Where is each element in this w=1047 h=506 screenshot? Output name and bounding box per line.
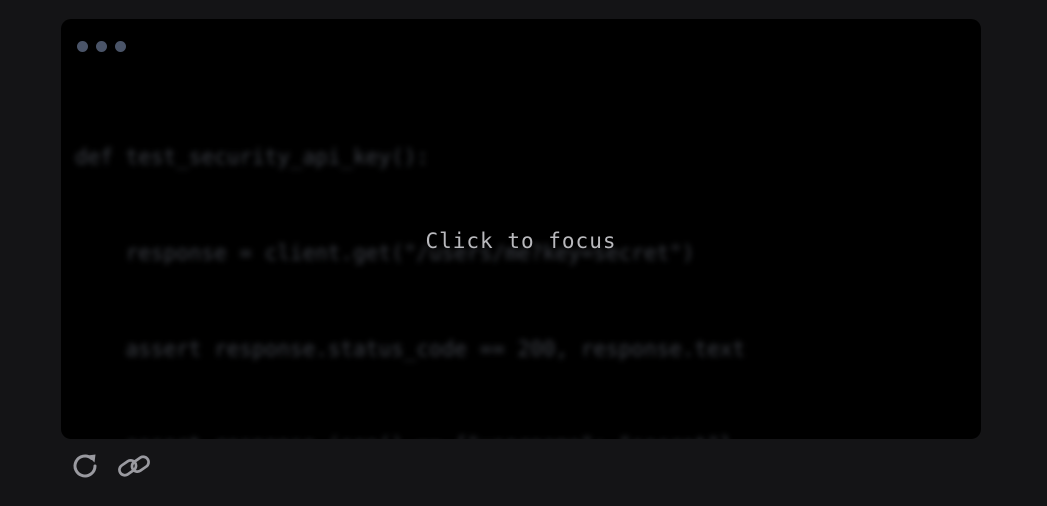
terminal-window[interactable]: def test_security_api_key(): response = …	[61, 19, 981, 439]
code-line: def test_security_api_key():	[75, 145, 430, 169]
click-to-focus-label[interactable]: Click to focus	[61, 229, 981, 253]
refresh-button[interactable]	[69, 448, 103, 484]
code-line: assert response.status_code == 200, resp…	[75, 337, 746, 361]
window-dot-icon	[77, 41, 88, 52]
copy-link-button[interactable]	[117, 448, 151, 484]
terminal-toolbar	[69, 448, 151, 484]
code-line: assert response.json() == {"username": "…	[75, 429, 745, 439]
window-dot-icon	[96, 41, 107, 52]
window-controls	[77, 41, 126, 52]
link-icon	[118, 455, 150, 477]
blurred-code: def test_security_api_key(): response = …	[75, 77, 745, 439]
window-dot-icon	[115, 41, 126, 52]
refresh-icon	[73, 454, 97, 478]
